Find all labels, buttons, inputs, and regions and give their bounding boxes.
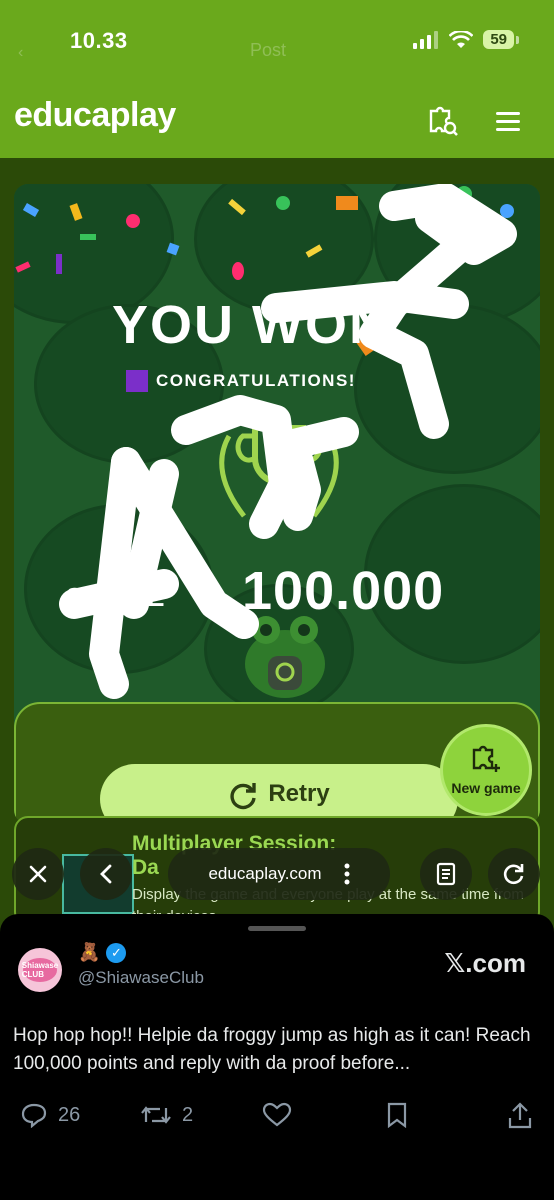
- screen: ‹ 10.33 Post 59 educaplay YOU WON CONGRA…: [0, 0, 554, 1200]
- status-time: 10.33: [70, 28, 128, 53]
- like-action[interactable]: [262, 1102, 292, 1128]
- url-text: educaplay.com: [208, 864, 322, 883]
- share-icon: [508, 1102, 532, 1129]
- battery-indicator: 59: [483, 30, 519, 49]
- signal-icon: [413, 30, 439, 49]
- share-action[interactable]: [508, 1102, 532, 1130]
- repost-count: 2: [182, 1103, 194, 1126]
- more-options-icon[interactable]: [344, 863, 350, 885]
- repost-icon: [141, 1106, 171, 1124]
- hamburger-menu-icon[interactable]: [490, 104, 526, 138]
- author-emoji: 🧸: [78, 942, 101, 962]
- faded-title: Post: [250, 40, 287, 60]
- reader-button[interactable]: [420, 848, 472, 900]
- author-name-row: 🧸 ✓: [78, 942, 127, 963]
- avatar-logo: Shiawase CLUB: [22, 958, 58, 982]
- back-button[interactable]: [80, 848, 132, 900]
- reply-icon: [21, 1103, 47, 1128]
- scribble-overlay: [59, 184, 517, 699]
- sheet-grabber[interactable]: [248, 926, 306, 931]
- tweet-card[interactable]: Shiawase CLUB 🧸 ✓ @ShiawaseClub 𝕏.com Ho…: [0, 914, 554, 1200]
- reload-icon: [503, 864, 524, 885]
- game-result-panel: YOU WON CONGRATULATIONS! SCORE 100.000 R…: [14, 184, 540, 824]
- chevron-left-icon: [100, 864, 112, 884]
- retry-icon: [230, 783, 257, 810]
- puzzle-search-icon[interactable]: [424, 104, 460, 138]
- reply-count: 26: [58, 1103, 81, 1126]
- x-logo[interactable]: 𝕏.com: [444, 948, 526, 979]
- tweet-text: Hop hop hop!! Helpie da froggy jump as h…: [13, 1025, 531, 1074]
- close-icon: [29, 865, 47, 883]
- puzzle-plus-icon: [472, 745, 500, 772]
- repost-action[interactable]: 2: [140, 1102, 193, 1128]
- reload-button[interactable]: [488, 848, 540, 900]
- brand-logo[interactable]: educaplay: [14, 96, 176, 135]
- tweet-actions: 26 2: [0, 1102, 554, 1142]
- reader-icon: [436, 862, 456, 886]
- verified-badge-icon: ✓: [106, 942, 127, 963]
- close-button[interactable]: [12, 848, 64, 900]
- avatar[interactable]: Shiawase CLUB: [18, 948, 62, 992]
- retry-button[interactable]: Retry: [100, 764, 458, 824]
- wifi-icon: [449, 30, 474, 48]
- app-header: ‹ 10.33 Post 59 educaplay: [0, 0, 554, 158]
- url-bar[interactable]: educaplay.com: [168, 848, 390, 900]
- bookmark-icon: [387, 1102, 407, 1128]
- author-handle[interactable]: @ShiawaseClub: [78, 968, 204, 988]
- status-icons: 59: [413, 30, 519, 49]
- back-hint-icon: ‹: [18, 44, 24, 61]
- heart-icon: [262, 1102, 292, 1127]
- reply-action[interactable]: 26: [20, 1102, 80, 1128]
- new-game-button[interactable]: New game: [440, 724, 532, 816]
- bookmark-action[interactable]: [386, 1102, 408, 1128]
- new-game-label: New game: [451, 780, 521, 796]
